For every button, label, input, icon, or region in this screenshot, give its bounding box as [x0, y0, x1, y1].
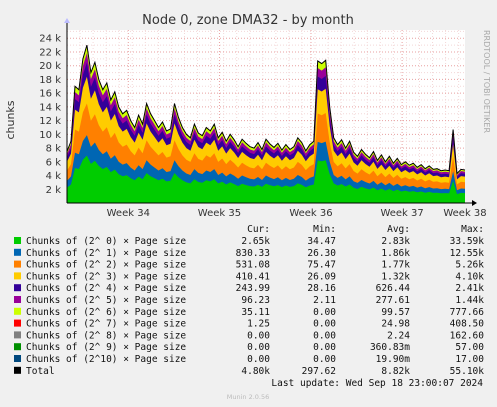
legend-column-header: Max: — [461, 224, 484, 235]
legend-value-min: 0.00 — [313, 342, 336, 353]
legend-value-avg: 8.82k — [381, 366, 410, 377]
legend-swatch — [14, 272, 21, 280]
legend-swatch — [14, 343, 21, 351]
munin-chart: Node 0, zone DMA32 - by month chunks RRD… — [0, 0, 497, 407]
last-update: Last update: Wed Sep 18 23:00:07 2024 — [271, 378, 483, 389]
x-tick-label: Week 34 — [107, 208, 150, 219]
legend-value-avg: 1.77k — [381, 260, 410, 271]
legend-value-avg: 360.83m — [370, 342, 410, 353]
legend-value-cur: 531.08 — [236, 260, 271, 271]
legend-swatch — [14, 366, 21, 374]
y-tick-label: 20 k — [39, 61, 61, 72]
legend-swatch — [14, 319, 21, 327]
y-tick-label: 12 k — [39, 116, 61, 127]
legend-series-name: Chunks of (2^ 2) × Page size — [26, 260, 186, 271]
legend-value-min: 34.47 — [307, 236, 336, 247]
legend-value-max: 408.50 — [450, 319, 485, 330]
legend-value-cur: 830.33 — [236, 248, 270, 259]
legend-series-name: Chunks of (2^ 9) × Page size — [26, 342, 186, 353]
chart-title: Node 0, zone DMA32 - by month — [142, 13, 354, 28]
legend-series-name: Total — [26, 366, 55, 377]
legend-value-cur: 2.65k — [241, 236, 270, 247]
y-tick-label: 14 k — [39, 102, 61, 113]
y-axis-label: chunks — [4, 100, 17, 139]
legend-value-max: 5.26k — [455, 260, 484, 271]
legend-value-min: 0.00 — [313, 319, 336, 330]
legend-series-name: Chunks of (2^ 8) × Page size — [26, 330, 186, 341]
legend-value-avg: 19.90m — [376, 354, 411, 365]
legend-swatch — [14, 260, 21, 268]
legend-series-name: Chunks of (2^ 3) × Page size — [26, 271, 186, 282]
legend-swatch — [14, 355, 21, 362]
x-tick-label: Week 38 — [443, 208, 486, 219]
legend-swatch — [14, 296, 21, 303]
legend-swatch — [14, 284, 21, 292]
legend-series-name: Chunks of (2^ 0) × Page size — [26, 236, 186, 247]
legend-swatch — [14, 331, 21, 339]
legend-column-header: Cur: — [247, 224, 270, 235]
legend-value-max: 55.10k — [450, 366, 485, 377]
legend-value-max: 4.10k — [455, 271, 484, 282]
legend-value-avg: 626.44 — [376, 283, 411, 294]
legend-series-name: Chunks of (2^ 7) × Page size — [26, 319, 186, 330]
legend-value-cur: 4.80k — [241, 366, 270, 377]
legend-value-max: 33.59k — [450, 236, 485, 247]
rrdtool-watermark: RRDTOOL / TOBI OETIKER — [482, 30, 491, 133]
munin-version: Munin 2.0.56 — [227, 393, 270, 401]
x-tick-label: Week 37 — [380, 208, 423, 219]
legend-value-cur: 0.00 — [247, 330, 270, 341]
legend-value-avg: 1.86k — [381, 248, 410, 259]
y-tick-label: 18 k — [39, 75, 61, 86]
legend-value-avg: 99.57 — [381, 307, 410, 318]
legend-column-header: Avg: — [387, 224, 410, 235]
legend-value-max: 2.41k — [455, 283, 484, 294]
legend-value-cur: 0.00 — [247, 354, 270, 365]
legend-value-avg: 24.98 — [381, 319, 410, 330]
legend-value-cur: 35.11 — [241, 307, 270, 318]
y-tick-label: 6 k — [46, 157, 62, 168]
y-tick-label: 22 k — [39, 47, 61, 58]
legend-value-avg: 277.61 — [376, 295, 411, 306]
legend-value-cur: 243.99 — [236, 283, 271, 294]
legend-value-min: 2.11 — [313, 295, 336, 306]
y-tick-label: 8 k — [46, 144, 62, 155]
legend-value-min: 0.00 — [313, 354, 336, 365]
legend-value-min: 26.09 — [307, 271, 336, 282]
legend-series-name: Chunks of (2^ 1) × Page size — [26, 248, 186, 259]
legend-value-cur: 410.41 — [236, 271, 271, 282]
x-tick-label: Week 36 — [289, 208, 332, 219]
legend-value-avg: 1.32k — [381, 271, 410, 282]
legend-value-min: 0.00 — [313, 307, 336, 318]
legend-value-min: 0.00 — [313, 330, 336, 341]
legend-column-header: Min: — [313, 224, 336, 235]
legend-value-cur: 96.23 — [241, 295, 270, 306]
legend-series-name: Chunks of (2^ 6) × Page size — [26, 307, 186, 318]
y-tick-label: 16 k — [39, 89, 61, 100]
legend-value-max: 777.66 — [450, 307, 485, 318]
x-tick-label: Week 35 — [198, 208, 241, 219]
legend-series-name: Chunks of (2^ 5) × Page size — [26, 295, 186, 306]
legend-swatch — [14, 307, 21, 315]
legend-value-min: 75.47 — [307, 260, 336, 271]
y-tick-label: 2 k — [46, 185, 62, 196]
legend-value-max: 57.00 — [455, 342, 484, 353]
legend-series-name: Chunks of (2^10) × Page size — [26, 354, 186, 365]
y-tick-label: 10 k — [39, 130, 61, 141]
legend-value-max: 162.60 — [450, 330, 485, 341]
legend-value-min: 26.30 — [307, 248, 336, 259]
legend-value-max: 17.00 — [455, 354, 484, 365]
legend-swatch — [14, 237, 21, 244]
legend-value-min: 297.62 — [302, 366, 336, 377]
legend-series-name: Chunks of (2^ 4) × Page size — [26, 283, 186, 294]
legend-value-cur: 0.00 — [247, 342, 270, 353]
y-tick-label: 4 k — [46, 171, 62, 182]
legend-value-cur: 1.25 — [247, 319, 270, 330]
legend-value-avg: 2.24 — [387, 330, 410, 341]
legend-value-max: 1.44k — [455, 295, 484, 306]
y-tick-label: 24 k — [39, 34, 61, 45]
legend-value-avg: 2.83k — [381, 236, 410, 247]
legend-value-max: 12.55k — [450, 248, 485, 259]
legend-swatch — [14, 248, 21, 256]
legend-value-min: 28.16 — [307, 283, 336, 294]
